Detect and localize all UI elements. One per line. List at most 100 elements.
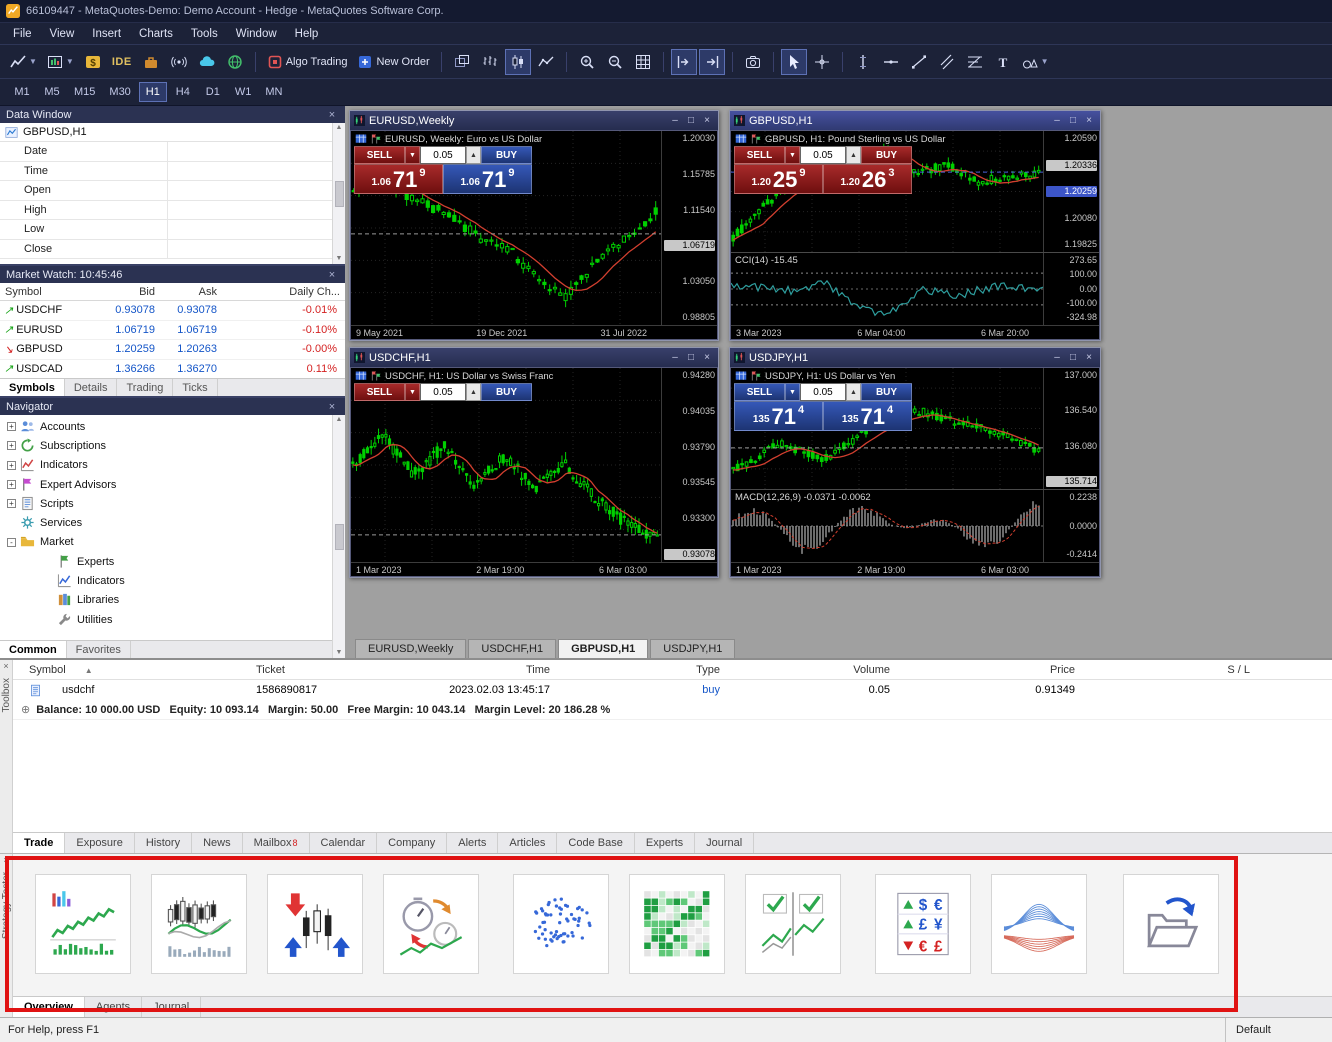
tester-tab[interactable]: Agents — [85, 997, 142, 1017]
data-window-symbol-row[interactable]: GBPUSD,H1 — [0, 123, 332, 142]
volume-input[interactable] — [800, 146, 846, 164]
time-axis[interactable]: 1 Mar 20232 Mar 19:006 Mar 03:00 — [351, 562, 717, 576]
navigator-item[interactable]: + Scripts — [0, 494, 332, 513]
timeframe-button[interactable]: H1 — [139, 82, 167, 102]
price-scale[interactable]: 1.200301.157851.115401.067191.030500.988… — [661, 131, 717, 325]
bar-chart-button[interactable] — [477, 49, 503, 75]
chart-window-titlebar[interactable]: USDJPY,H1 –□× — [730, 348, 1100, 367]
tree-expand-toggle[interactable]: - — [7, 538, 16, 547]
minimize-button[interactable]: – — [1050, 352, 1064, 363]
close-icon[interactable]: × — [3, 854, 8, 866]
timeframe-button[interactable]: M30 — [103, 82, 136, 102]
toolbox-tab[interactable]: Journal — [695, 833, 754, 853]
volume-up-button[interactable]: ▲ — [466, 383, 481, 401]
cursor-button[interactable] — [781, 49, 807, 75]
maximize-button[interactable]: □ — [1066, 115, 1080, 126]
line-chart-button[interactable] — [533, 49, 559, 75]
buy-price-button[interactable]: 135714 — [823, 401, 912, 431]
tile-optimization-speed[interactable] — [383, 874, 479, 974]
tile-optimization-scatter[interactable] — [513, 874, 609, 974]
one-click-toggle-icon[interactable] — [750, 133, 762, 145]
timeframe-button[interactable]: M5 — [38, 82, 66, 102]
time-axis[interactable]: 1 Mar 20232 Mar 19:006 Mar 03:00 — [731, 562, 1099, 576]
close-button[interactable]: × — [700, 115, 714, 126]
tile-multicurrency[interactable]: $€£¥€£ — [875, 874, 971, 974]
toolbox-tab[interactable]: Calendar — [310, 833, 378, 853]
toolbox-tab[interactable]: Exposure — [65, 833, 134, 853]
chart-window-usdjpy[interactable]: USDJPY,H1 –□× 137.000136.540136.080135.7… — [729, 347, 1101, 578]
channel-button[interactable] — [934, 49, 960, 75]
tile-trade-signals[interactable] — [267, 874, 363, 974]
volume-input[interactable] — [420, 146, 466, 164]
trade-table-header[interactable]: Symbol ▲ Ticket Time Type Volume Price S… — [13, 660, 1332, 680]
column-price[interactable]: Price — [898, 664, 1083, 676]
tree-expand-toggle[interactable]: + — [7, 461, 16, 470]
toolbox-tab[interactable]: History — [135, 833, 192, 853]
text-tool-button[interactable]: T — [990, 49, 1016, 75]
column-ticket[interactable]: Ticket — [248, 664, 398, 676]
tile-report-statistics[interactable] — [35, 874, 131, 974]
tile-visual-validation[interactable] — [745, 874, 841, 974]
data-window-header[interactable]: Data Window × — [0, 106, 345, 123]
community-button[interactable] — [222, 49, 248, 75]
maximize-button[interactable]: □ — [684, 352, 698, 363]
tree-expand-toggle[interactable]: + — [7, 441, 16, 450]
close-button[interactable]: × — [1082, 115, 1096, 126]
new-window-button[interactable] — [449, 49, 475, 75]
toolbox-tab[interactable]: News — [192, 833, 243, 853]
toolbox-tab[interactable]: Experts — [635, 833, 695, 853]
toolbox-tab[interactable]: Alerts — [447, 833, 498, 853]
buy-button[interactable]: BUY — [481, 383, 532, 401]
navigator-item[interactable]: + Accounts — [0, 417, 332, 436]
toolbox-tab[interactable]: Code Base — [557, 833, 634, 853]
sell-button[interactable]: SELL — [734, 146, 785, 164]
depth-of-market-icon[interactable] — [735, 370, 747, 382]
navigator-item[interactable]: Experts — [0, 552, 332, 571]
minimize-button[interactable]: – — [1050, 115, 1064, 126]
timeframe-button[interactable]: W1 — [229, 82, 258, 102]
column-symbol[interactable]: Symbol — [0, 286, 96, 298]
scroll-thumb[interactable] — [335, 181, 344, 207]
sell-price-button[interactable]: 1.20259 — [734, 164, 823, 194]
chart-window-titlebar[interactable]: EURUSD,Weekly –□× — [350, 111, 718, 130]
scroll-thumb[interactable] — [335, 524, 344, 550]
chart-tab[interactable]: USDJPY,H1 — [650, 639, 735, 658]
navigator-header[interactable]: Navigator × — [0, 398, 345, 415]
buy-button[interactable]: BUY — [481, 146, 532, 164]
volume-up-button[interactable]: ▲ — [846, 383, 861, 401]
menu-item[interactable]: Window — [227, 26, 286, 42]
buy-price-button[interactable]: 1.06719 — [443, 164, 532, 194]
timeframe-button[interactable]: M15 — [68, 82, 101, 102]
tree-expand-toggle[interactable]: + — [7, 499, 16, 508]
market-watch-column-headers[interactable]: Symbol Bid Ask Daily Ch... — [0, 283, 345, 301]
navigator-item[interactable]: Indicators — [0, 571, 332, 590]
chart-tab[interactable]: USDCHF,H1 — [468, 639, 556, 658]
sell-button[interactable]: SELL — [734, 383, 785, 401]
column-sl[interactable]: S / L — [1083, 664, 1258, 676]
navigator-item[interactable]: Utilities — [0, 610, 332, 629]
profile-selector[interactable]: Default — [1225, 1018, 1332, 1042]
column-bid[interactable]: Bid — [96, 286, 160, 298]
buy-button[interactable]: BUY — [861, 383, 912, 401]
chart-window-usdchf[interactable]: USDCHF,H1 –□× 0.942800.940350.937900.935… — [349, 347, 719, 578]
symbols-button[interactable]: $ — [80, 49, 106, 75]
price-scale[interactable]: 1.205901.203361.202591.200801.19825 — [1043, 131, 1099, 252]
minimize-button[interactable]: – — [668, 352, 682, 363]
one-click-toggle-icon[interactable] — [370, 370, 382, 382]
scroll-up-icon[interactable]: ▲ — [336, 416, 343, 424]
market-watch-tab[interactable]: Symbols — [0, 379, 65, 396]
column-ask[interactable]: Ask — [160, 286, 222, 298]
open-position-row[interactable]: usdchf 1586890817 2023.02.03 13:45:17 bu… — [13, 680, 1332, 700]
tile-open-report[interactable] — [1123, 874, 1219, 974]
order-options-dropdown[interactable]: ▼ — [785, 383, 800, 401]
sell-button[interactable]: SELL — [354, 146, 405, 164]
navigator-item[interactable]: Libraries — [0, 591, 332, 610]
column-type[interactable]: Type — [558, 664, 728, 676]
depth-of-market-icon[interactable] — [735, 133, 747, 145]
menu-item[interactable]: File — [4, 26, 41, 42]
market-watch-row[interactable]: GBPUSD 1.20259 1.20263 -0.00% — [0, 340, 345, 360]
tile-optimization-matrix[interactable] — [629, 874, 725, 974]
indicator-scale[interactable]: 273.65100.000.00-100.00-324.98 — [1043, 253, 1099, 325]
screenshot-button[interactable] — [740, 49, 766, 75]
buy-button[interactable]: BUY — [861, 146, 912, 164]
